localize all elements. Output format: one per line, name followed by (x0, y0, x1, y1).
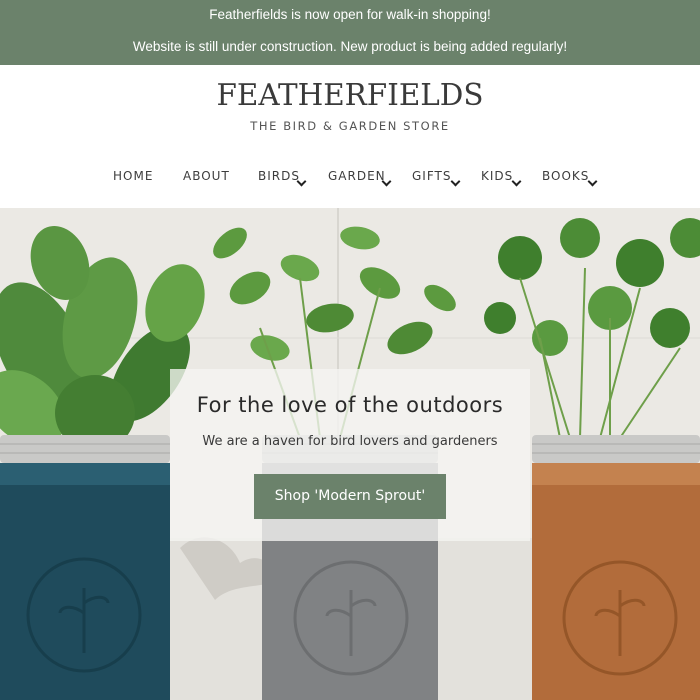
nav-item-garden[interactable]: GARDEN (328, 169, 386, 183)
announcement-bar: Featherfields is now open for walk-in sh… (0, 0, 700, 65)
chevron-down-icon[interactable] (450, 176, 461, 187)
chevron-down-icon[interactable] (511, 176, 522, 187)
nav-item-birds[interactable]: BIRDS (258, 169, 300, 183)
nav-item-gifts[interactable]: GIFTS (412, 169, 451, 183)
nav-item-about[interactable]: ABOUT (183, 169, 230, 183)
nav-item-home[interactable]: HOME (113, 169, 153, 183)
announcement-line-2: Website is still under construction. New… (132, 39, 568, 54)
hero-title: For the love of the outdoors (196, 393, 504, 417)
site-logo[interactable]: FEATHERFIELDS (7, 78, 693, 113)
hero-subtitle: We are a haven for bird lovers and garde… (202, 434, 498, 449)
shop-modern-sprout-button[interactable]: Shop 'Modern Sprout' (254, 474, 446, 519)
hero-callout: For the love of the outdoors We are a ha… (170, 369, 530, 541)
nav-item-kids[interactable]: KIDS (481, 169, 513, 183)
nav-item-books[interactable]: BOOKS (542, 169, 589, 183)
chevron-down-icon[interactable] (381, 176, 392, 187)
site-tagline: THE BIRD & GARDEN STORE (250, 119, 450, 133)
chevron-down-icon[interactable] (296, 176, 307, 187)
site-header: FEATHERFIELDS THE BIRD & GARDEN STORE HO… (0, 65, 700, 208)
chevron-down-icon[interactable] (587, 176, 598, 187)
main-nav: HOME ABOUT BIRDS GARDEN GIFTS KIDS BOOKS (0, 169, 700, 195)
announcement-line-1: Featherfields is now open for walk-in sh… (209, 7, 491, 22)
